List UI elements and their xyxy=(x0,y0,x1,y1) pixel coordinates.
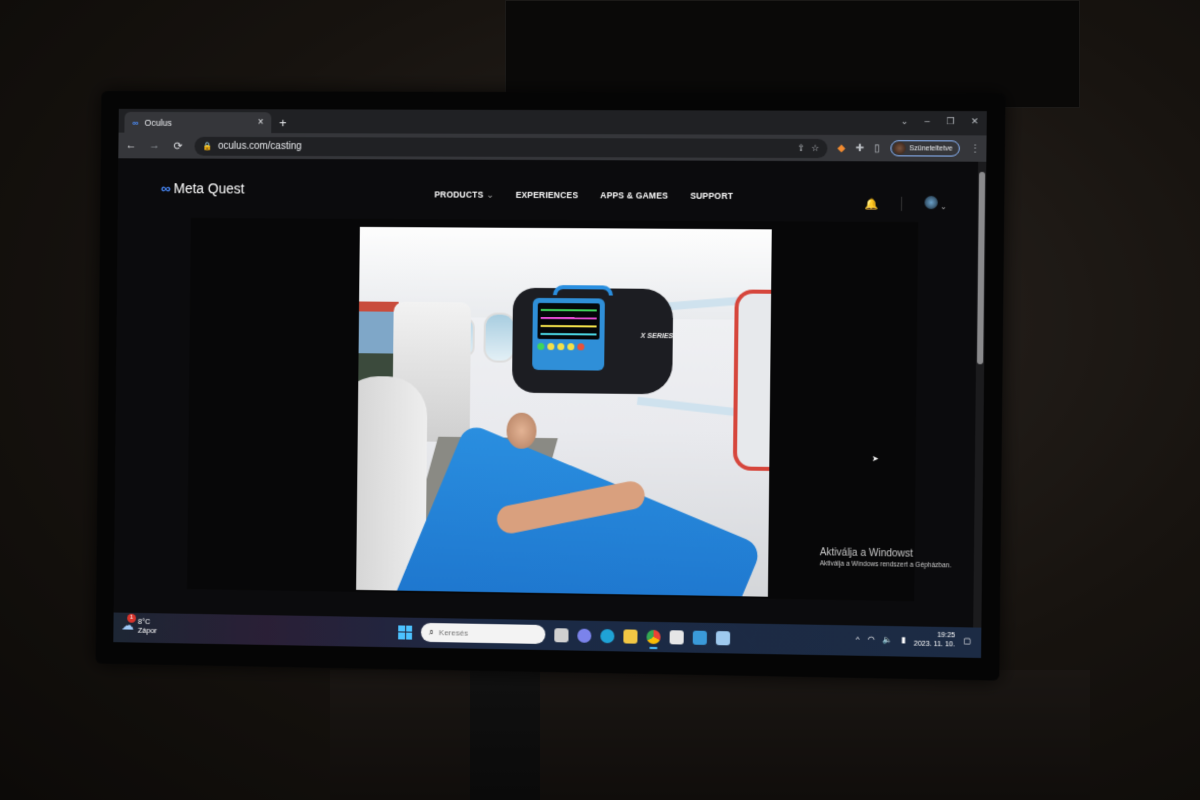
task-view-icon[interactable] xyxy=(554,627,569,642)
co2-wave xyxy=(540,332,597,336)
vital-signs-screen xyxy=(537,302,600,340)
nav-support[interactable]: SUPPORT xyxy=(690,191,733,202)
watermark-title: Aktiválja a Windowst xyxy=(819,547,914,560)
mouse-cursor-icon: ➤ xyxy=(871,454,879,464)
defibrillator-handle xyxy=(552,285,614,296)
button-yellow xyxy=(557,343,565,351)
avatar xyxy=(892,142,906,155)
chevron-down-icon: ⌄ xyxy=(486,189,494,200)
meta-quest-logo[interactable]: ∞ Meta Quest xyxy=(161,180,245,196)
pleth-wave xyxy=(540,316,597,320)
tab-search-icon[interactable]: ⌄ xyxy=(901,116,909,127)
restore-button[interactable]: ❐ xyxy=(946,116,954,127)
brand-name: Meta Quest xyxy=(173,180,245,197)
window-controls: ⌄ – ❐ ✕ xyxy=(901,116,979,127)
back-button[interactable]: ← xyxy=(124,140,138,152)
nav-experiences[interactable]: EXPERIENCES xyxy=(516,190,579,201)
scrollbar-thumb[interactable] xyxy=(976,171,986,365)
notification-center-icon[interactable]: ▢ xyxy=(963,636,971,645)
clock-date: 2023. 11. 10. xyxy=(913,640,956,649)
close-window-button[interactable]: ✕ xyxy=(971,116,979,127)
button-yellow xyxy=(567,343,575,351)
forward-button[interactable]: → xyxy=(148,140,162,152)
nav-products[interactable]: PRODUCTS ⌄ xyxy=(434,189,493,200)
system-tray: ^ ◠ 🔈 ▮ 19:25 2023. 11. 10. ▢ xyxy=(856,629,972,649)
taskbar-center: ⌕ Keresés xyxy=(398,622,731,647)
battery-icon[interactable]: ▮ xyxy=(901,635,906,644)
device-label: X SERIES xyxy=(640,332,674,341)
photos-icon[interactable] xyxy=(715,630,731,645)
button-green xyxy=(537,342,545,350)
chrome-icon[interactable] xyxy=(646,629,661,644)
defibrillator-buttons xyxy=(537,342,599,351)
close-tab-icon[interactable]: × xyxy=(258,117,264,128)
account-menu[interactable]: ⌄ xyxy=(924,195,948,212)
windows-start-icon[interactable] xyxy=(398,624,413,640)
defibrillator-monitor xyxy=(532,297,605,371)
chevron-down-icon: ⌄ xyxy=(940,202,948,212)
puzzle-extensions-icon[interactable]: ✚ xyxy=(855,143,864,154)
cabin-window xyxy=(483,312,516,363)
profile-status: Szüneteltetve xyxy=(909,144,953,153)
search-icon: ⌕ xyxy=(428,626,434,638)
browser-toolbar: ← → ⟳ 🔒 oculus.com/casting ⇪ ☆ ◆ ✚ ▯ Szü… xyxy=(118,132,987,162)
share-icon[interactable]: ⇪ xyxy=(797,142,805,153)
rain-cloud-icon: ☁ 1 xyxy=(121,613,137,633)
account-avatar-icon xyxy=(924,195,939,210)
cabin-door xyxy=(732,289,772,471)
reload-button[interactable]: ⟳ xyxy=(171,139,185,152)
tray-overflow-icon[interactable]: ^ xyxy=(856,634,860,643)
web-page: ∞ Meta Quest PRODUCTS ⌄ EXPERIENCES APPS … xyxy=(113,158,987,628)
profile-button[interactable]: Szüneteltetve xyxy=(889,140,960,157)
meta-infinity-icon: ∞ xyxy=(132,117,139,128)
ecg-wave xyxy=(540,308,597,312)
lock-icon[interactable]: 🔒 xyxy=(202,141,212,150)
casting-area: X SERIES xyxy=(187,217,919,602)
button-yellow xyxy=(547,342,555,351)
resp-wave xyxy=(540,324,597,328)
address-text[interactable]: oculus.com/casting xyxy=(218,140,302,151)
minimize-button[interactable]: – xyxy=(925,116,930,127)
wifi-icon[interactable]: ◠ xyxy=(868,634,875,643)
search-placeholder: Keresés xyxy=(438,628,469,638)
monitor: ∞ Oculus × + ⌄ – ❐ ✕ ← → ⟳ 🔒 oculus.com/… xyxy=(95,91,1006,681)
taskbar-search[interactable]: ⌕ Keresés xyxy=(420,622,546,645)
teams-chat-icon[interactable] xyxy=(577,628,592,643)
button-shock xyxy=(577,343,585,351)
notification-badge: 1 xyxy=(127,613,137,623)
edge-icon[interactable] xyxy=(600,628,615,643)
weather-condition: Zápor xyxy=(137,625,157,636)
screen: ∞ Oculus × + ⌄ – ❐ ✕ ← → ⟳ 🔒 oculus.com/… xyxy=(113,108,987,658)
vr-cast-stream: X SERIES xyxy=(356,226,772,597)
clock[interactable]: 19:25 2023. 11. 10. xyxy=(914,630,955,649)
divider xyxy=(901,196,903,211)
store-icon[interactable] xyxy=(669,629,684,645)
volume-icon[interactable]: 🔈 xyxy=(883,634,893,643)
nav-apps-games[interactable]: APPS & GAMES xyxy=(600,190,668,201)
tab-oculus[interactable]: ∞ Oculus × xyxy=(124,111,272,134)
fox-extension-icon[interactable]: ◆ xyxy=(837,143,845,154)
tab-title: Oculus xyxy=(144,117,172,128)
meta-infinity-icon: ∞ xyxy=(160,180,171,197)
file-explorer-icon[interactable] xyxy=(623,628,638,644)
address-bar[interactable]: 🔒 oculus.com/casting ⇪ ☆ xyxy=(194,136,828,158)
side-panel-icon[interactable]: ▯ xyxy=(874,143,880,154)
weather-widget[interactable]: ☁ 1 8°C Zápor xyxy=(121,613,157,636)
windows-activation-watermark: Aktiválja a Windowst Aktiválja a Windows… xyxy=(820,547,952,569)
monitor-stand xyxy=(470,660,540,800)
bell-icon[interactable]: 🔔 xyxy=(865,197,879,210)
new-tab-button[interactable]: + xyxy=(279,115,287,130)
desk-background xyxy=(330,670,1090,800)
menu-kebab-icon[interactable]: ⋮ xyxy=(970,143,980,154)
mail-icon[interactable] xyxy=(692,630,707,645)
weather-temp: 8°C xyxy=(137,616,151,626)
main-nav: PRODUCTS ⌄ EXPERIENCES APPS & GAMES SUPPO… xyxy=(434,189,733,202)
browser-tab-bar: ∞ Oculus × + ⌄ – ❐ ✕ xyxy=(118,108,987,136)
header-icons: 🔔 ⌄ xyxy=(865,195,948,213)
star-icon[interactable]: ☆ xyxy=(811,142,819,153)
page-scrollbar[interactable] xyxy=(973,161,987,628)
